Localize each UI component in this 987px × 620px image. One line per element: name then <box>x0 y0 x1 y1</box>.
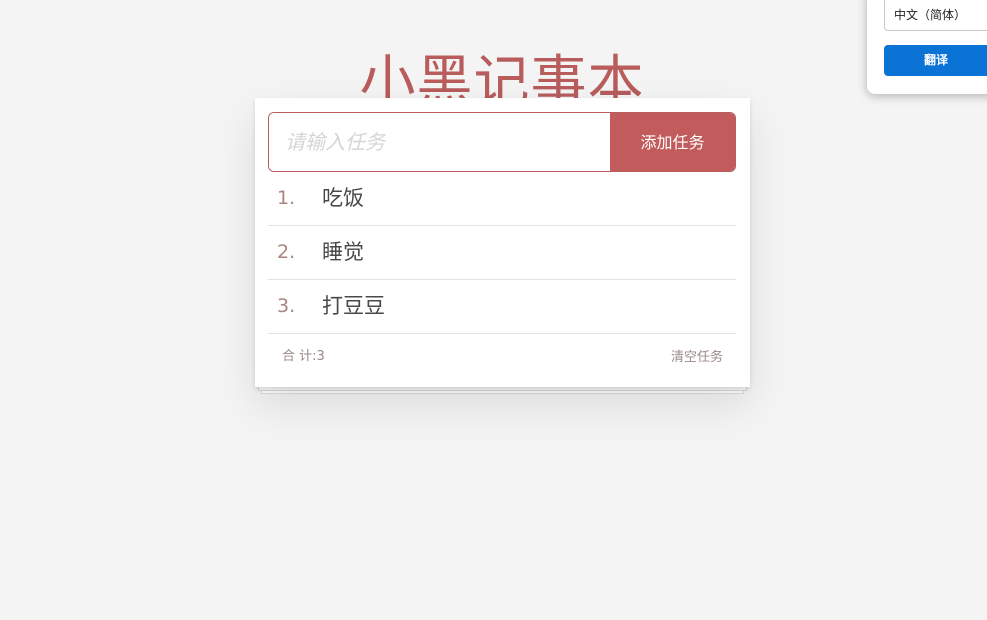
notebook-card: 添加任务 1. 吃饭 2. 睡觉 3. 打豆豆 合 计:3 清空任务 <box>255 98 750 387</box>
task-index: 2. <box>277 241 296 263</box>
translate-popup: 中文（简体） 翻译 <box>867 0 987 94</box>
translate-button[interactable]: 翻译 <box>884 45 987 76</box>
notebook: 添加任务 1. 吃饭 2. 睡觉 3. 打豆豆 合 计:3 清空任务 <box>255 98 750 395</box>
task-index: 1. <box>277 187 296 209</box>
target-language-select[interactable]: 中文（简体） <box>884 0 987 31</box>
add-task-button[interactable]: 添加任务 <box>610 113 735 171</box>
clear-tasks-button[interactable]: 清空任务 <box>671 346 723 365</box>
task-index: 3. <box>277 295 296 317</box>
task-text: 打豆豆 <box>322 294 385 318</box>
task-input-row: 添加任务 <box>268 112 736 172</box>
task-text: 睡觉 <box>322 240 364 264</box>
task-item[interactable]: 3. 打豆豆 <box>268 280 736 334</box>
task-list: 1. 吃饭 2. 睡觉 3. 打豆豆 <box>268 172 736 334</box>
task-item[interactable]: 2. 睡觉 <box>268 226 736 280</box>
task-input[interactable] <box>269 113 611 171</box>
notebook-footer: 合 计:3 清空任务 <box>268 336 736 376</box>
task-count-label: 合 计:3 <box>282 349 325 364</box>
task-item[interactable]: 1. 吃饭 <box>268 172 736 226</box>
task-text: 吃饭 <box>322 186 364 210</box>
